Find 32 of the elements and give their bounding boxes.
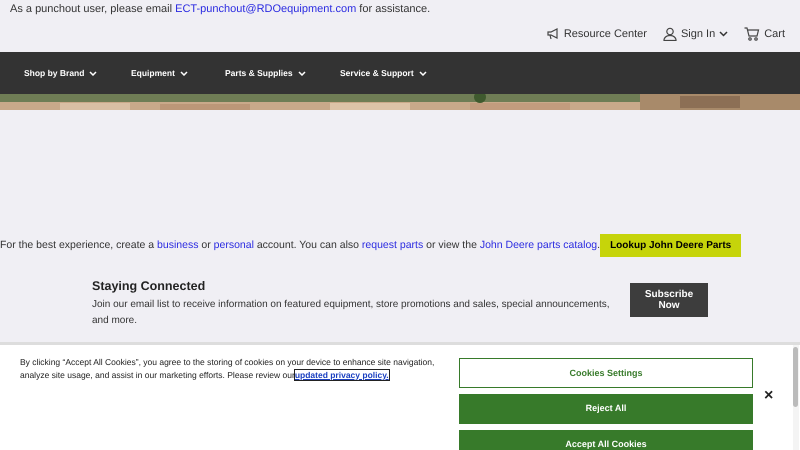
text-link[interactable]: business (157, 238, 198, 251)
caret-icon (180, 70, 188, 76)
text-link[interactable]: John Deere parts catalog (480, 238, 598, 251)
email-link[interactable]: ECT-punchout@RDOequipment.com (175, 3, 356, 15)
text-link[interactable]: request parts (362, 238, 424, 251)
nav-item[interactable]: Parts & Supplies (225, 66, 306, 80)
nav-item[interactable]: Equipment (131, 66, 188, 80)
user-icon (662, 27, 677, 42)
cookie-text: By clicking “Accept All Cookies”, you agree to the storing of cookies on your device to enhance site navigation, analyze site usage, and assist in our marketing efforts. Please review ourupdated privacy policy. (20, 356, 436, 381)
subscribe-button[interactable]: Subscribe Now (630, 283, 708, 317)
text-link[interactable]: personal (214, 238, 254, 251)
account-text: For the best experience, create a business or personal account. You can also request parts or view the John Deere parts catalog. (0, 238, 600, 253)
lookup-button[interactable]: Lookup John Deere Parts (600, 234, 742, 257)
scrollbar[interactable] (793, 345, 799, 450)
utility-link[interactable]: Cart (744, 26, 785, 42)
cookie-button[interactable]: Reject All (459, 394, 753, 424)
cookie-button[interactable]: Accept All Cookies (459, 430, 753, 450)
nav-item[interactable]: Service & Support (340, 66, 427, 80)
cookie-button[interactable]: Cookies Settings (459, 358, 753, 388)
cart-icon (744, 27, 760, 42)
caret-icon (418, 70, 427, 76)
nav-item[interactable]: Shop by Brand (24, 66, 98, 80)
caret-icon (298, 70, 306, 76)
close-button[interactable]: × (764, 388, 774, 404)
punchout-notice: As a punchout user, please email ECT-punchout@RDOequipment.com for assistance. (10, 2, 430, 17)
privacy-link[interactable]: updated privacy policy. (294, 370, 389, 380)
caret-icon (89, 70, 98, 76)
megaphone-icon (546, 28, 560, 40)
utility-link[interactable]: Sign In (662, 26, 728, 42)
utility-link[interactable]: Resource Center (546, 26, 647, 42)
newsletter-text: Join our email list to receive information on featured equipment, store promotions and sales, special announcements, and more. (92, 298, 610, 328)
newsletter-heading: Staying Connected (92, 278, 206, 295)
